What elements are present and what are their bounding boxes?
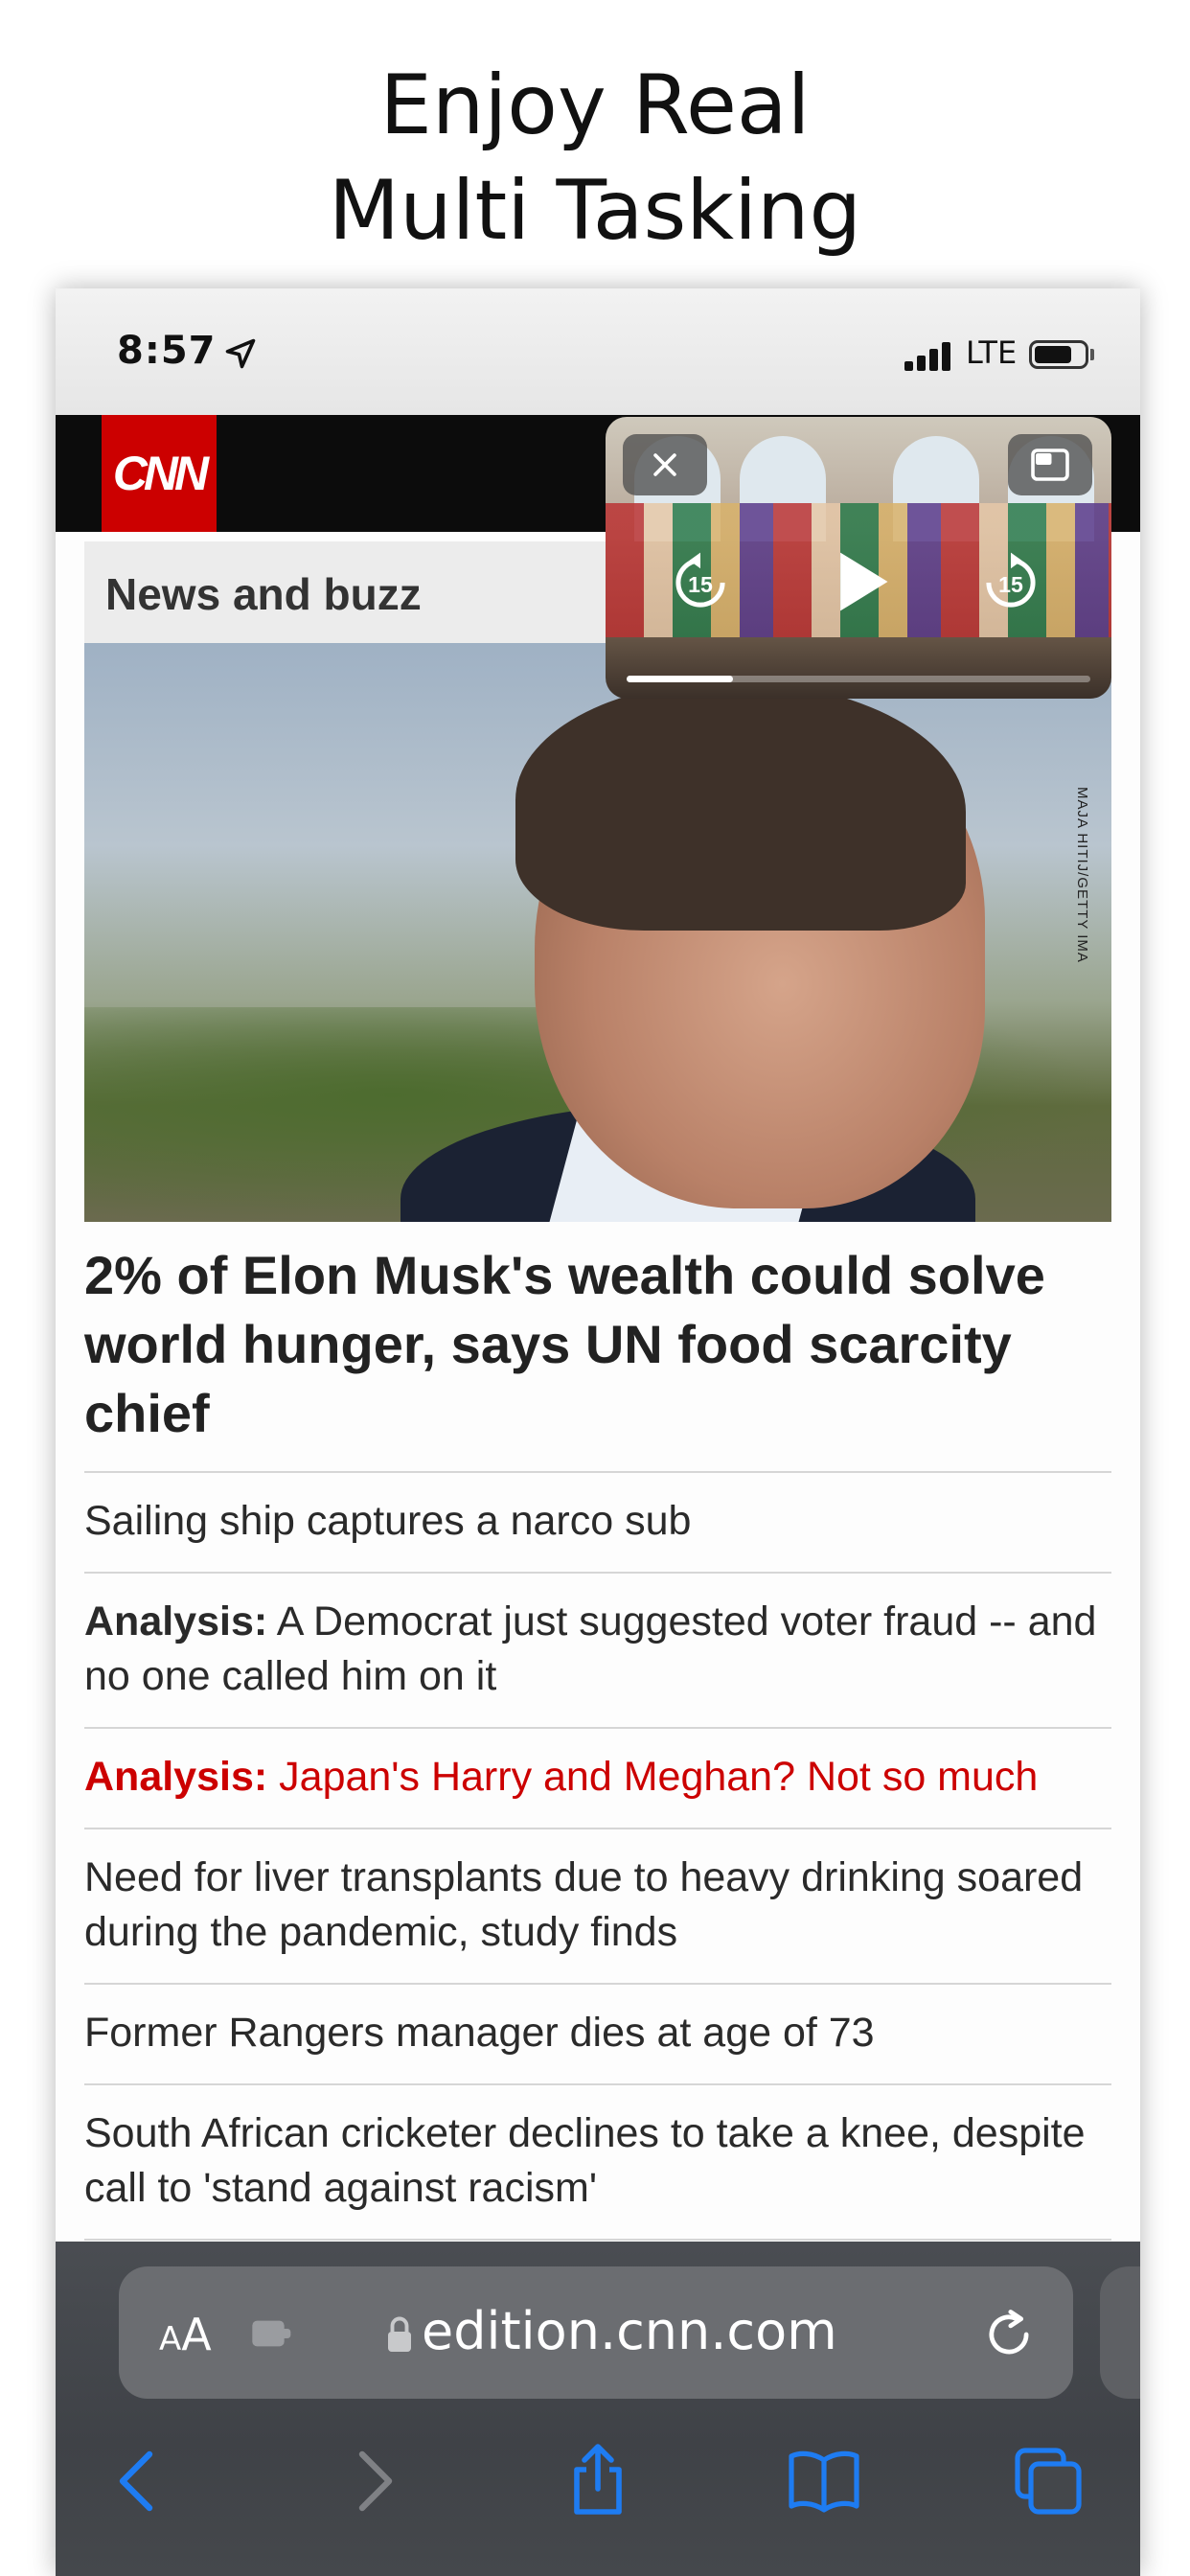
promo-line-1: Enjoy Real <box>379 58 811 153</box>
top-story-headline[interactable]: 2% of Elon Musk's wealth could solve wor… <box>84 1241 1100 1448</box>
cnn-logo[interactable]: CNN <box>102 415 217 532</box>
section-label-text: News and buzz <box>105 569 422 619</box>
story-list: Sailing ship captures a narco sub Analys… <box>84 1471 1111 2241</box>
lock-icon <box>388 2316 411 2352</box>
play-icon[interactable] <box>824 545 897 618</box>
story-item-highlighted[interactable]: Analysis: Japan's Harry and Meghan? Not … <box>84 1727 1111 1828</box>
phone-screen: 8:57 LTE CNN News and buzz MAJA HITIJ/GE… <box>56 288 1140 2576</box>
svg-text:15: 15 <box>688 572 713 597</box>
battery-tip <box>1090 349 1094 360</box>
cellular-signal-icon <box>904 340 956 371</box>
url-text[interactable]: edition.cnn.com <box>422 2301 837 2361</box>
tabs-icon[interactable] <box>1010 2443 1087 2519</box>
forward-icon[interactable] <box>333 2443 410 2519</box>
back-icon[interactable] <box>102 2443 178 2519</box>
network-type: LTE <box>966 334 1018 371</box>
extension-icon[interactable] <box>249 2314 297 2353</box>
location-arrow-icon <box>225 338 256 369</box>
address-bar[interactable]: AA edition.cnn.com <box>119 2266 1073 2399</box>
skip-forward-icon[interactable]: 15 <box>979 551 1042 614</box>
share-icon[interactable] <box>560 2443 636 2519</box>
skip-back-icon[interactable]: 15 <box>669 551 732 614</box>
photo-credit: MAJA HITIJ/GETTY IMA <box>1074 787 1090 963</box>
promo-heading: Enjoy Real Multi Tasking <box>0 53 1190 264</box>
battery-icon <box>1029 340 1088 369</box>
status-time: 8:57 <box>117 329 217 373</box>
text-size-button[interactable]: AA <box>159 2309 212 2360</box>
bookmarks-icon[interactable] <box>786 2443 862 2519</box>
reload-icon[interactable] <box>981 2307 1037 2362</box>
story-item[interactable]: Need for liver transplants due to heavy … <box>84 1828 1111 1983</box>
story-item[interactable]: Former Rangers manager dies at age of 73 <box>84 1983 1111 2083</box>
pip-return-icon[interactable] <box>1008 434 1092 495</box>
safari-toolbar: AA edition.cnn.com <box>56 2242 1140 2576</box>
close-icon[interactable] <box>623 434 707 495</box>
section-label: News and buzz <box>84 541 659 643</box>
status-bar: 8:57 LTE <box>56 288 1140 415</box>
pip-video-player[interactable]: 15 15 <box>606 417 1111 699</box>
svg-text:15: 15 <box>998 572 1023 597</box>
next-tab-address-bar[interactable] <box>1100 2266 1140 2399</box>
promo-line-2: Multi Tasking <box>328 163 862 259</box>
story-item[interactable]: Sailing ship captures a narco sub <box>84 1471 1111 1572</box>
story-item[interactable]: Analysis: A Democrat just suggested vote… <box>84 1572 1111 1727</box>
story-item[interactable]: South African cricketer declines to take… <box>84 2083 1111 2241</box>
pip-progress-bar[interactable] <box>627 676 1090 682</box>
hero-photo[interactable]: MAJA HITIJ/GETTY IMA <box>84 643 1111 1222</box>
